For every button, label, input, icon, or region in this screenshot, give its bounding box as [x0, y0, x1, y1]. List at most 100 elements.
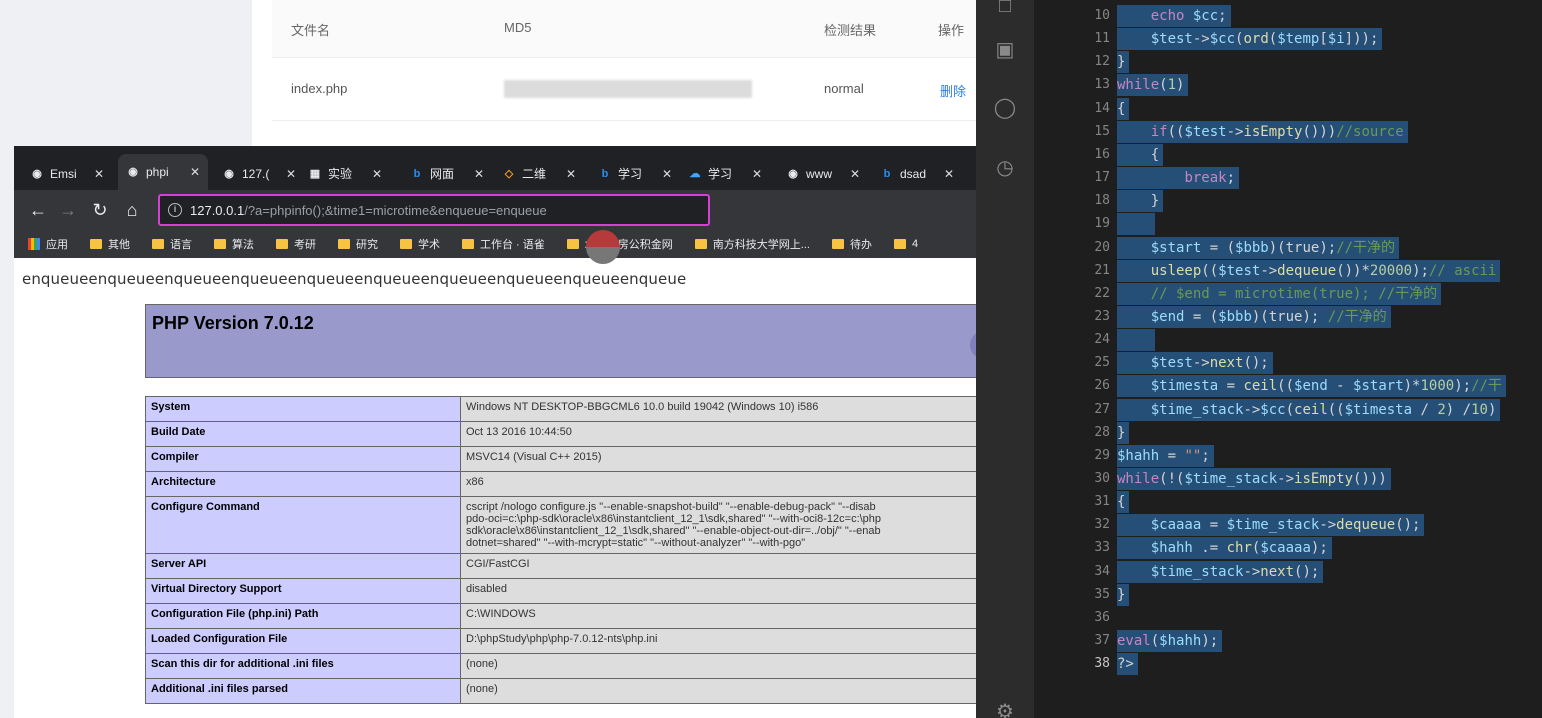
phpinfo-header: PHP Version 7.0.12 — [145, 304, 976, 378]
tab-title: 学习 — [708, 167, 733, 181]
info-key: Additional .ini files parsed — [145, 678, 461, 704]
forward-icon[interactable]: → — [56, 198, 80, 222]
close-icon[interactable]: ✕ — [190, 165, 200, 179]
page-echo-output: enqueueenqueueenqueueenqueueenqueueenque… — [22, 270, 687, 288]
site-info-icon[interactable]: i — [168, 203, 182, 217]
code-line[interactable]: } — [1117, 421, 1130, 444]
tab-7[interactable]: ☁ 学习 ✕ — [680, 157, 770, 190]
code-line[interactable]: } — [1117, 51, 1130, 74]
code-line[interactable]: { — [1117, 97, 1130, 120]
tab-3[interactable]: ▦ 实验 ✕ — [300, 157, 390, 190]
code-line[interactable] — [1117, 213, 1155, 236]
bookmark-item[interactable]: 算法 — [214, 236, 254, 252]
bookmark-item[interactable]: 研究 — [338, 236, 378, 252]
tab-4[interactable]: b 网面 ✕ — [402, 157, 492, 190]
globe-icon: ◉ — [32, 167, 42, 180]
code-icon: ◇ — [504, 167, 514, 180]
bookmark-label: 算法 — [232, 239, 254, 251]
close-icon[interactable]: ✕ — [944, 167, 954, 181]
code-line[interactable]: } — [1117, 190, 1164, 213]
code-line[interactable]: $hahh = ""; — [1117, 444, 1214, 467]
bookmark-item[interactable]: 工作台 · 语雀 — [462, 236, 545, 252]
line-number: 11 — [1094, 31, 1110, 47]
extensions-icon[interactable]: □ — [991, 0, 1019, 20]
bookmark-label: 应用 — [46, 239, 68, 251]
tab-9[interactable]: b dsad ✕ — [872, 157, 962, 190]
gear-icon[interactable]: ⚙ — [991, 698, 1019, 718]
bookmark-item[interactable]: 其他 — [90, 236, 130, 252]
code-line[interactable]: usleep(($test->dequeue())*20000);// asci… — [1117, 259, 1501, 282]
bookmark-item[interactable]: 南方科技大学网上... — [694, 236, 810, 252]
activity-bar: □ ▣ ◯ ◷ ⚙ — [976, 0, 1034, 718]
tab-1[interactable]: ◉ phpi ✕ — [118, 154, 209, 190]
tab-8[interactable]: ◉ www ✕ — [778, 157, 868, 190]
code-line[interactable]: } — [1117, 583, 1130, 606]
code-line[interactable]: // $end = microtime(true); //干净的 — [1117, 282, 1442, 305]
code-line[interactable]: $test->next(); — [1117, 352, 1273, 375]
code-line[interactable]: $test->$cc(ord($temp[$i])); — [1117, 28, 1383, 51]
line-number: 36 — [1094, 609, 1110, 625]
close-icon[interactable]: ✕ — [566, 167, 576, 181]
address-bar[interactable]: i 127.0.0.1 /?a=phpinfo();&time1=microti… — [158, 194, 710, 226]
tab-5[interactable]: ◇ 二维 ✕ — [494, 157, 584, 190]
close-icon[interactable]: ✕ — [94, 167, 104, 181]
code-line[interactable]: { — [1117, 491, 1130, 514]
close-icon[interactable]: ✕ — [474, 167, 484, 181]
folder-icon — [152, 239, 164, 249]
table-row: Configure Command cscript /nologo configu… — [145, 496, 976, 554]
tab-2[interactable]: ◉ 127.(✕ — [214, 157, 304, 190]
code-line[interactable]: { — [1117, 143, 1164, 166]
bookmark-item[interactable]: 语言 — [152, 236, 192, 252]
row-divider — [272, 120, 976, 121]
tab-6[interactable]: b 学习 ✕ — [590, 157, 680, 190]
code-line[interactable] — [1117, 607, 1121, 629]
delete-link[interactable]: 删除 — [940, 81, 966, 100]
code-line[interactable]: $time_stack->$cc(ceil(($timesta / 2) /10… — [1117, 398, 1501, 421]
bookmark-label: 学术 — [418, 239, 440, 251]
bookmark-item[interactable]: 学术 — [400, 236, 440, 252]
code-line[interactable]: if(($test->isEmpty()))//source — [1117, 120, 1408, 143]
bookmarks-bar: 应用 其他 语言 算法 考研 研究 学术 工作台 · 语雀 北京住房公积金网 南方科技大学网上..… — [14, 230, 976, 258]
code-line[interactable]: $time_stack->next(); — [1117, 560, 1324, 583]
code-line[interactable]: eval($hahh); — [1117, 630, 1223, 653]
code-line[interactable]: echo $cc; — [1117, 5, 1231, 27]
code-line[interactable] — [1117, 329, 1155, 352]
close-icon[interactable]: ✕ — [662, 167, 672, 181]
back-icon[interactable]: ← — [26, 198, 50, 222]
code-line[interactable]: while(!($time_stack->isEmpty())) — [1117, 468, 1391, 490]
col-result-header: 检测结果 — [824, 23, 877, 38]
close-icon[interactable]: ✕ — [372, 167, 382, 181]
table-row: Compiler MSVC14 (Visual C++ 2015) — [145, 446, 976, 472]
code-line[interactable]: while(1) — [1117, 74, 1189, 97]
line-number: 34 — [1094, 563, 1110, 579]
col-md5-header: MD5 — [504, 20, 532, 35]
code-line[interactable]: $end = ($bbb)(true); //干净的 — [1117, 305, 1391, 328]
code-line[interactable]: break; — [1117, 167, 1240, 190]
info-value: Windows NT DESKTOP-BBGCML6 10.0 build 19… — [460, 396, 976, 422]
address-path: /?a=phpinfo();&time1=microtime&enqueue=e… — [244, 202, 547, 218]
bookmark-item[interactable]: 待办 — [831, 236, 872, 252]
remote-explorer-icon[interactable]: ▣ — [991, 36, 1019, 64]
close-icon[interactable]: ✕ — [850, 167, 860, 181]
line-number: 17 — [1094, 170, 1110, 186]
tab-0[interactable]: ◉ Emsi ✕ — [22, 157, 112, 190]
home-icon[interactable]: ⌂ — [120, 198, 144, 222]
info-value: D:\phpStudy\php\php-7.0.12-nts\php.ini — [460, 628, 976, 654]
info-value: x86 — [460, 471, 976, 497]
bookmark-item[interactable]: 应用 — [28, 236, 68, 252]
lightbulb-icon[interactable]: ◯ — [991, 94, 1019, 122]
bookmark-item[interactable]: 考研 — [276, 236, 316, 252]
row-result: normal — [824, 81, 864, 96]
reload-icon[interactable]: ↻ — [88, 198, 112, 222]
close-icon[interactable]: ✕ — [286, 167, 296, 181]
code-line[interactable]: $hahh .= chr($caaaa); — [1117, 537, 1332, 560]
code-line[interactable]: $caaaa = $time_stack->dequeue(); — [1117, 514, 1425, 537]
info-value: MSVC14 (Visual C++ 2015) — [460, 446, 976, 472]
bookmark-icon[interactable]: ◷ — [991, 154, 1019, 182]
code-line[interactable]: $timesta = ceil(($end - $start)*1000);//… — [1117, 375, 1506, 398]
code-line[interactable]: ?> — [1117, 653, 1138, 676]
bookmark-item[interactable]: 4 — [893, 238, 918, 250]
close-icon[interactable]: ✕ — [752, 167, 762, 181]
bing-icon: b — [413, 167, 421, 180]
code-line[interactable]: $start = ($bbb)(true);//干净的 — [1117, 236, 1400, 259]
